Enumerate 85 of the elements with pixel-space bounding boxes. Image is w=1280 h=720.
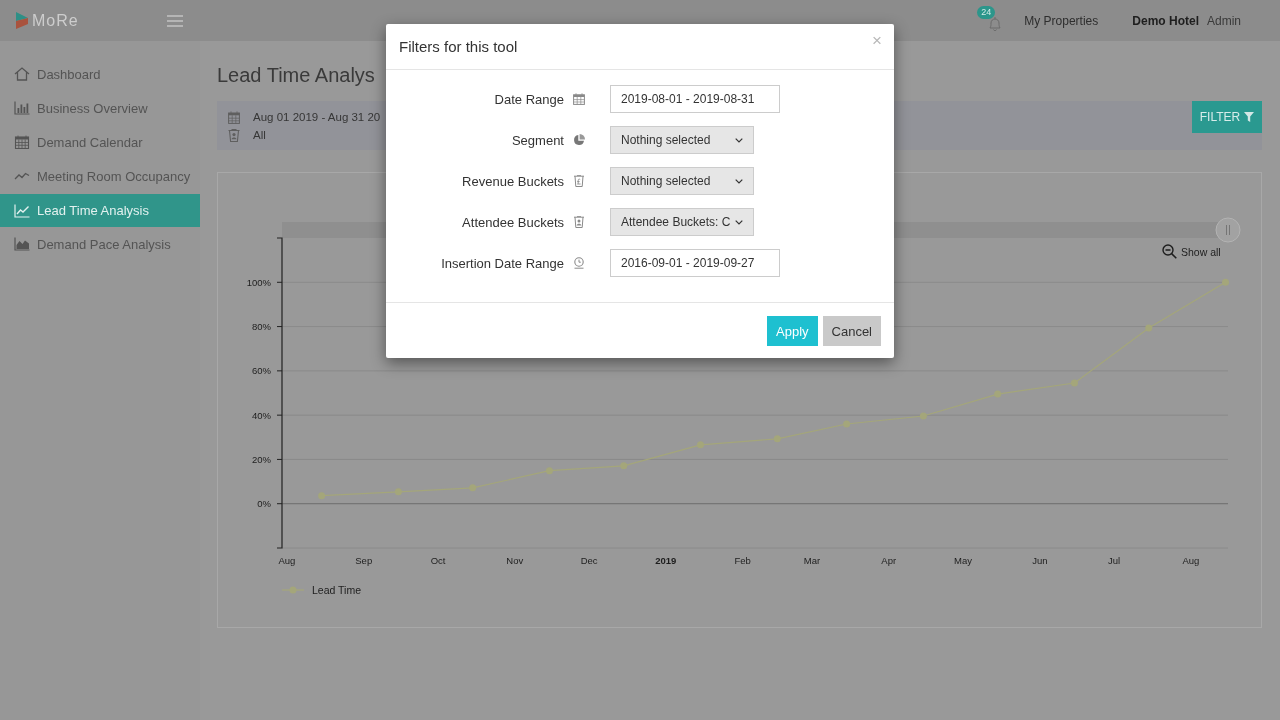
- axis-label: Jun: [1032, 555, 1048, 566]
- field-label: Segment: [510, 132, 564, 148]
- sidebar-item[interactable]: Demand Pace Analysis: [0, 227, 200, 261]
- axis-label: Jul: [1108, 555, 1121, 566]
- axis-label: 20%: [252, 453, 271, 465]
- dropdown-select[interactable]: Attendee Buckets: C: [610, 208, 754, 236]
- bucket-icon: [228, 128, 240, 142]
- notification-badge: 24: [977, 5, 996, 19]
- logo-icon: [16, 12, 28, 29]
- menu-icon[interactable]: [167, 14, 183, 27]
- axis-label: Oct: [430, 555, 446, 566]
- sidebar-item[interactable]: Lead Time Analysis: [0, 194, 200, 227]
- calendar-icon: [14, 135, 30, 149]
- field-label: Attendee Buckets: [461, 214, 564, 230]
- pie-chart-icon: [573, 134, 585, 146]
- filter-button[interactable]: FILTER: [1192, 101, 1262, 133]
- line-chart-icon: [14, 203, 30, 218]
- data-point: [919, 412, 927, 420]
- axis-label: Feb: [734, 555, 751, 566]
- bucket-icon: [573, 216, 585, 228]
- caret-icon: [735, 219, 743, 225]
- axis-label: Aug: [1182, 555, 1200, 566]
- sidebar-item[interactable]: Meeting Room Occupancy: [0, 159, 200, 193]
- caret-icon: [735, 137, 743, 143]
- cancel-button[interactable]: Cancel: [822, 316, 881, 346]
- sidebar-item[interactable]: Dashboard: [0, 57, 200, 91]
- data-point: [620, 462, 628, 470]
- axis-label: 2019: [655, 555, 677, 566]
- bell-icon[interactable]: [988, 15, 1003, 32]
- axis-label: 100%: [246, 276, 271, 288]
- data-point: [469, 484, 477, 492]
- page-title: Lead Time Analys: [217, 63, 375, 88]
- axis-label: 0%: [257, 498, 271, 510]
- axis-label: 40%: [252, 409, 271, 421]
- axis-label: Mar: [803, 555, 821, 566]
- zoom-out-icon: [1162, 244, 1177, 259]
- area-chart-icon: [14, 237, 30, 251]
- data-point: [697, 441, 704, 449]
- axis-label: Nov: [506, 555, 524, 566]
- field-label: Date Range: [493, 91, 564, 107]
- clock-icon: [573, 257, 585, 269]
- dialog-title: Filters for this tool: [399, 38, 518, 55]
- dropdown-select[interactable]: Nothing selected: [610, 126, 754, 154]
- scrollbar-handle[interactable]: [1215, 217, 1241, 243]
- axis-label: Aug: [278, 555, 296, 566]
- axis-label: May: [954, 555, 972, 566]
- hotel-name: Demo Hotel: [1132, 13, 1199, 28]
- field-label: Insertion Date Range: [440, 255, 564, 271]
- data-point: [394, 488, 402, 496]
- close-button[interactable]: ×: [872, 32, 882, 50]
- date-range-input[interactable]: 2019-08-01 - 2019-08-31: [610, 85, 780, 113]
- logo-text: MoRe: [32, 11, 79, 30]
- date-range-input[interactable]: 2016-09-01 - 2019-09-27: [610, 249, 780, 277]
- filter-summary-text: Aug 01 2019 - Aug 31 20: [253, 111, 381, 123]
- data-point: [545, 467, 553, 475]
- funnel-icon: [1244, 112, 1255, 122]
- sidebar-item[interactable]: Demand Calendar: [0, 125, 200, 159]
- nav-link[interactable]: My Properties: [1024, 13, 1099, 28]
- bucket-icon: [573, 175, 585, 187]
- data-point: [843, 420, 851, 428]
- filter-summary-text: All: [253, 129, 266, 141]
- calendar-icon: [228, 110, 240, 124]
- calendar-icon: [573, 93, 585, 105]
- data-point: [773, 435, 781, 443]
- bar-chart-icon: [14, 101, 30, 115]
- axis-label: Sep: [355, 555, 373, 566]
- legend-marker-icon: [282, 586, 304, 594]
- show-all-button[interactable]: Show all: [1162, 244, 1221, 259]
- user-menu[interactable]: Admin: [1207, 13, 1241, 28]
- legend-item[interactable]: Lead Time: [282, 584, 362, 596]
- home-icon: [14, 67, 30, 81]
- sidebar-item[interactable]: Business Overview: [0, 91, 200, 125]
- data-point: [1145, 324, 1153, 332]
- axis-label: 80%: [252, 321, 271, 333]
- axis-label: 60%: [252, 365, 271, 377]
- dropdown-select[interactable]: Nothing selected: [610, 167, 754, 195]
- data-point: [994, 390, 1002, 398]
- field-label: Revenue Buckets: [461, 173, 564, 189]
- data-point: [1222, 278, 1229, 286]
- data-point: [1070, 379, 1078, 387]
- axis-label: Dec: [580, 555, 598, 566]
- data-point: [318, 492, 326, 500]
- axis-label: Apr: [881, 555, 897, 566]
- caret-icon: [735, 178, 743, 184]
- apply-button[interactable]: Apply: [767, 316, 818, 346]
